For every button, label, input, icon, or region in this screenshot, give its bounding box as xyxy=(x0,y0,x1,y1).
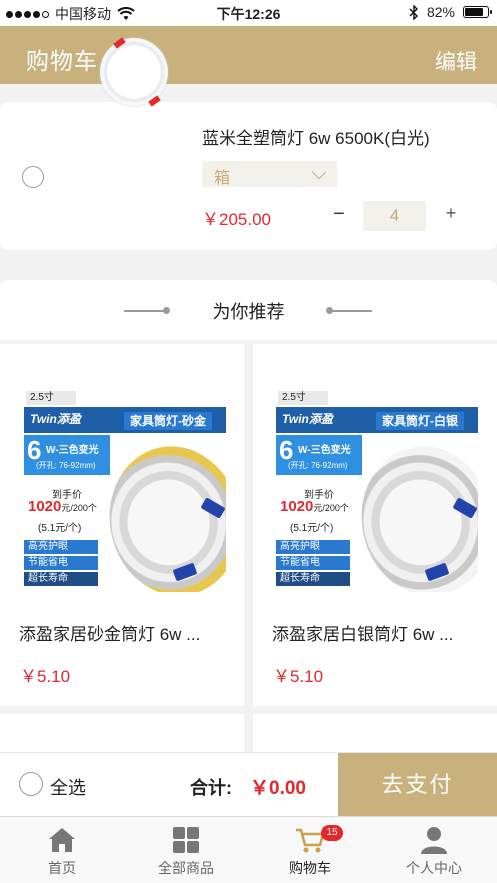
tab-label: 购物车 xyxy=(289,860,331,876)
product-price: ￥5.10 xyxy=(273,667,324,686)
product-image[interactable]: 2.5寸 Twin添盈 家具筒灯-白银 6 W-三色变光 (开孔: 76-92m… xyxy=(276,390,478,592)
hole-label: (开孔: 76-92mm) xyxy=(36,461,96,470)
spec-select[interactable]: 箱 xyxy=(202,161,337,187)
battery-percent: 82% xyxy=(426,4,455,20)
feature-label: 节能省电 xyxy=(276,556,350,570)
power-box: 6 W-三色变光 (开孔: 76-92mm) xyxy=(276,435,362,475)
chevron-down-icon xyxy=(311,164,327,180)
tab-profile[interactable]: 个人中心 xyxy=(372,817,496,883)
tab-label: 全部商品 xyxy=(158,860,214,876)
image-size-label: 2.5寸 xyxy=(278,391,328,405)
home-icon xyxy=(49,828,75,852)
tab-label: 个人中心 xyxy=(406,860,462,876)
status-bar: 中国移动 下午12:26 82% xyxy=(0,0,497,26)
feature-label: 超长寿命 xyxy=(24,572,98,586)
total-value: ￥0.00 xyxy=(250,778,306,799)
product-card[interactable]: 2.5寸 Twin添盈 家具筒灯-白银 6 W-三色变光 (开孔: 76-92m… xyxy=(253,344,497,706)
cart-item-checkbox[interactable] xyxy=(22,166,44,188)
quantity-decrease-button[interactable]: − xyxy=(331,203,347,226)
grid-icon xyxy=(173,827,199,853)
image-tag: 家具筒灯-砂金 xyxy=(124,412,212,430)
total-label: 合计: xyxy=(190,778,232,798)
tab-home[interactable]: 首页 xyxy=(0,817,124,883)
page-header: 购物车 编辑 xyxy=(0,26,497,84)
person-icon xyxy=(421,827,447,854)
product-name[interactable]: 添盈家居砂金筒灯 6w ... xyxy=(19,620,234,645)
product-card-partial[interactable] xyxy=(0,714,244,754)
product-image[interactable]: 2.5寸 Twin添盈 家具筒灯-砂金 6 W-三色变光 (开孔: 76-92m… xyxy=(24,390,226,592)
feature-label: 超长寿命 xyxy=(276,572,350,586)
tab-cart[interactable]: 15 购物车 xyxy=(248,817,372,883)
lamp-illustration xyxy=(95,434,226,592)
unit-price: (5.1元/个) xyxy=(38,523,82,534)
cart-item-title[interactable]: 蓝米全塑筒灯 6w 6500K(白光) xyxy=(202,124,430,149)
bluetooth-icon xyxy=(409,4,418,20)
quantity-input[interactable]: 4 xyxy=(363,201,426,231)
pay-button[interactable]: 去支付 xyxy=(338,753,497,817)
power-label: W-三色变光 xyxy=(298,445,351,456)
image-tag: 家具筒灯-白银 xyxy=(376,412,464,430)
checkout-bar: 全选 合计: ￥0.00 去支付 xyxy=(0,752,497,817)
cart-item-image[interactable] xyxy=(100,37,168,107)
power-label: W-三色变光 xyxy=(46,445,99,456)
product-card-partial[interactable] xyxy=(253,714,497,754)
quantity-increase-button[interactable]: + xyxy=(443,203,459,224)
tab-bar: 首页 全部商品 15 购物车 个人中心 xyxy=(0,816,497,883)
unit-price: (5.1元/个) xyxy=(290,523,334,534)
tab-label: 首页 xyxy=(48,860,76,876)
power-box: 6 W-三色变光 (开孔: 76-92mm) xyxy=(24,435,110,475)
feature-label: 高亮护眼 xyxy=(276,540,350,554)
product-card[interactable]: 2.5寸 Twin添盈 家具筒灯-砂金 6 W-三色变光 (开孔: 76-92m… xyxy=(0,344,244,706)
select-all-checkbox[interactable] xyxy=(19,772,43,796)
lamp-illustration xyxy=(347,434,478,592)
battery-icon xyxy=(463,6,492,18)
recommend-title: 为你推荐 xyxy=(212,302,285,322)
brand-logo: Twin添盈 xyxy=(282,412,333,426)
image-price: 1020元/200个 xyxy=(28,498,97,515)
cart-badge: 15 xyxy=(321,825,343,841)
brand-logo: Twin添盈 xyxy=(30,412,81,426)
hole-label: (开孔: 76-92mm) xyxy=(288,461,348,470)
spec-value: 箱 xyxy=(214,170,231,187)
tab-all-products[interactable]: 全部商品 xyxy=(124,817,248,883)
select-all-label[interactable]: 全选 xyxy=(50,774,86,800)
product-price: ￥5.10 xyxy=(20,667,71,686)
feature-label: 高亮护眼 xyxy=(24,540,98,554)
product-name[interactable]: 添盈家居白银筒灯 6w ... xyxy=(272,620,487,645)
edit-button[interactable]: 编辑 xyxy=(435,46,477,76)
page-title: 购物车 xyxy=(26,48,98,74)
status-right: 82% xyxy=(409,4,492,20)
image-size-label: 2.5寸 xyxy=(26,391,76,405)
image-price: 1020元/200个 xyxy=(280,498,349,515)
feature-label: 节能省电 xyxy=(24,556,98,570)
cart-item-price: ￥205.00 xyxy=(202,210,271,229)
